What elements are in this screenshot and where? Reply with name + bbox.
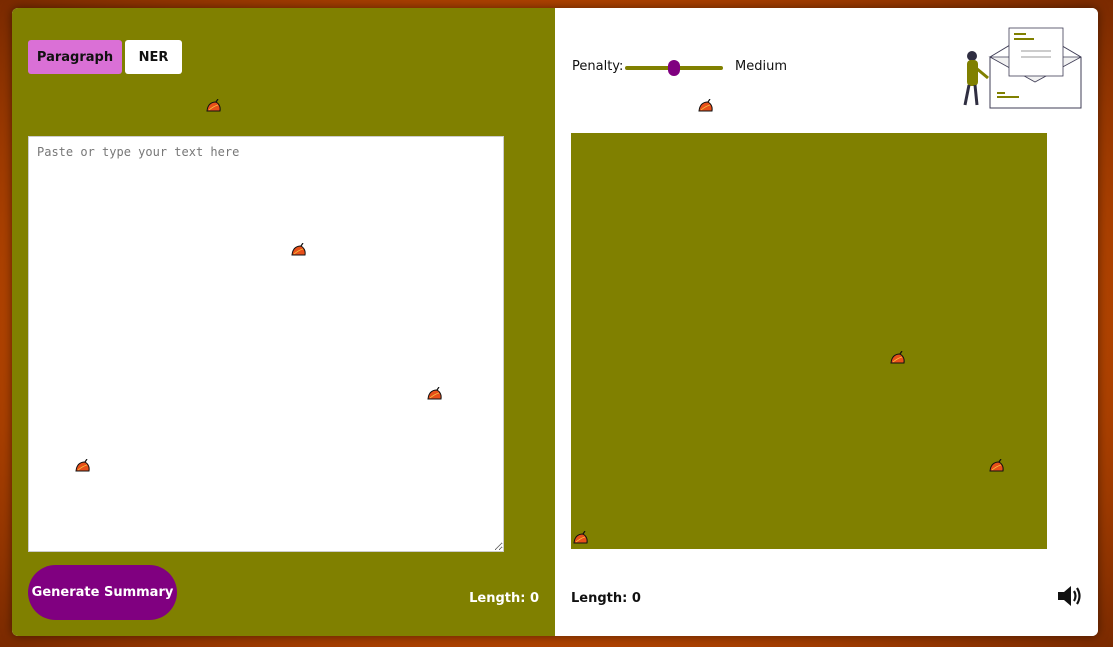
summary-output — [571, 133, 1047, 549]
penalty-label: Penalty: — [572, 59, 624, 74]
app-window: Paragraph NER Generate Summary Length: 0… — [12, 8, 1098, 636]
output-panel: Penalty: Medium Length: 0 — [555, 8, 1098, 636]
output-length-label: Length: 0 — [571, 591, 641, 606]
speaker-icon[interactable] — [1056, 583, 1084, 609]
input-length-label: Length: 0 — [469, 591, 539, 606]
slider-thumb[interactable] — [668, 60, 680, 76]
tab-paragraph[interactable]: Paragraph — [28, 40, 122, 74]
penalty-slider[interactable] — [625, 60, 723, 76]
generate-summary-button[interactable]: Generate Summary — [28, 565, 177, 620]
text-input[interactable] — [28, 136, 504, 552]
person-with-envelope-illustration — [963, 27, 1082, 109]
tab-ner[interactable]: NER — [125, 40, 182, 74]
input-panel: Paragraph NER Generate Summary Length: 0 — [12, 8, 555, 636]
penalty-value: Medium — [735, 59, 787, 74]
